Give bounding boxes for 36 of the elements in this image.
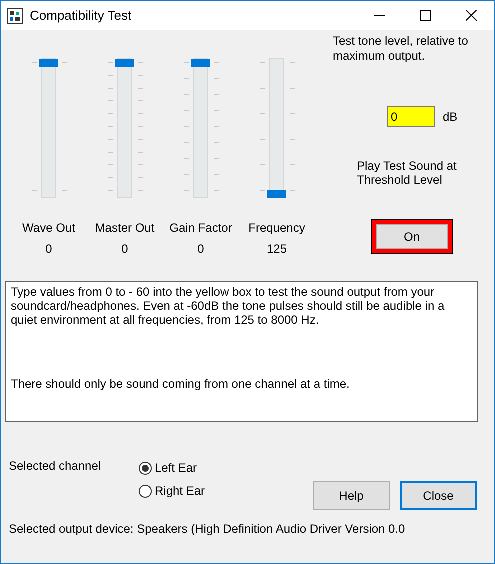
- app-icon: [7, 8, 23, 24]
- window-title: Compatibility Test: [30, 8, 133, 23]
- slider-value: 0: [46, 242, 52, 256]
- on-button[interactable]: On: [371, 219, 453, 254]
- close-icon[interactable]: [466, 10, 476, 21]
- slider-value: 0: [198, 242, 204, 256]
- slider-thumb[interactable]: [39, 59, 58, 67]
- radio-button[interactable]: [139, 484, 152, 498]
- slider-value: 0: [122, 242, 128, 256]
- slider-label: Gain Factor: [170, 221, 232, 235]
- status-text: Selected output device: Speakers (High Definition Audio Driver Version 0.0: [8, 521, 406, 536]
- close-button[interactable]: Close: [400, 481, 477, 510]
- level-field[interactable]: 0: [387, 106, 435, 127]
- slider-thumb[interactable]: [267, 190, 286, 198]
- slider-track[interactable]: [41, 58, 56, 198]
- unit-label: dB: [443, 110, 458, 124]
- radio-button[interactable]: [139, 462, 152, 474]
- info-text: There should only be sound coming from one channel at a time.: [11, 377, 351, 391]
- slider-thumb[interactable]: [115, 59, 134, 67]
- radio-label[interactable]: Left Ear: [155, 461, 198, 475]
- slider-track[interactable]: [269, 58, 284, 198]
- slider-label: Wave Out: [22, 221, 76, 235]
- slider-track[interactable]: [193, 58, 208, 198]
- radio-label[interactable]: Right Ear: [155, 484, 206, 498]
- slider-label: Frequency: [248, 221, 306, 235]
- play-label: Play Test Sound at Threshold Level: [357, 159, 458, 187]
- info-text: Type values from 0 to - 60 into the yellow box to test the sound output from your soundcard/headphones. Even at -60dB the tone pulses should still be audible in a quiet environment at all frequencies, from 125 to 8000 Hz.: [11, 285, 446, 327]
- help-button[interactable]: Help: [313, 481, 390, 510]
- maximize-icon[interactable]: [420, 10, 430, 21]
- slider-track[interactable]: [117, 58, 132, 198]
- description-text: Test tone level, relative to maximum output.: [333, 34, 470, 64]
- slider-thumb[interactable]: [191, 59, 210, 67]
- slider-value: 125: [266, 242, 288, 256]
- slider-label: Master Out: [95, 221, 155, 235]
- minimize-icon[interactable]: [374, 15, 384, 16]
- channel-label: Selected channel: [9, 459, 102, 475]
